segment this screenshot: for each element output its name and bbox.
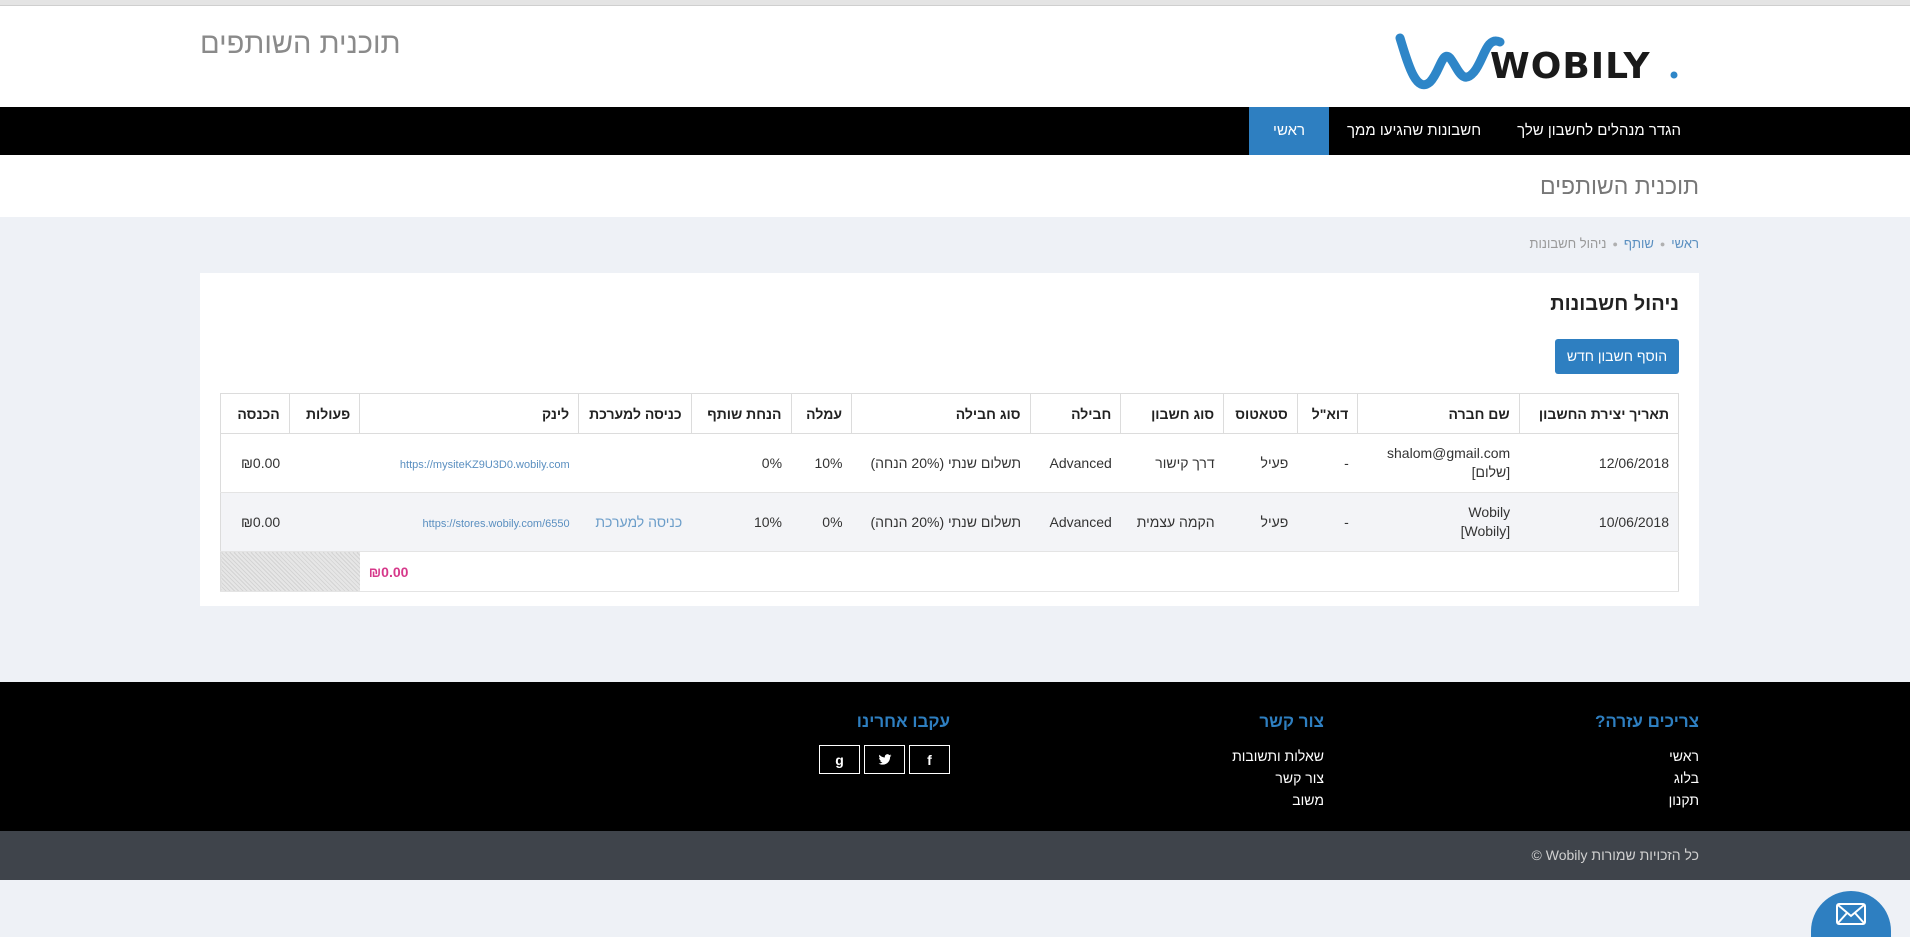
breadcrumb: ראשי ● שותף ● ניהול חשבונות — [1530, 236, 1699, 251]
footer-help-title: צריכים עזרה? — [1595, 712, 1699, 731]
panel-title: ניהול חשבונות — [1550, 293, 1679, 315]
cell-status: פעיל — [1223, 433, 1298, 493]
wobily-logo[interactable]: WOBILY — [1392, 28, 1688, 94]
cell-actions — [289, 492, 360, 552]
nav-item-set-managers[interactable]: הגדר מנהלים לחשבון שלך — [1499, 107, 1699, 155]
breadcrumb-home[interactable]: ראשי — [1671, 236, 1699, 251]
cell-package: Advanced — [1030, 433, 1121, 493]
footer-follow-title: עקבו אחרינו — [856, 712, 950, 731]
add-account-button[interactable]: הוסף חשבון חדש — [1555, 339, 1679, 374]
cell-actions — [289, 433, 360, 493]
footer-link-home[interactable]: ראשי — [1595, 745, 1699, 767]
cell-link: https://mysiteKZ9U3D0.wobily.com — [359, 433, 579, 493]
site-footer: צריכים עזרה? ראשי בלוג תקנון צור קשר שאל… — [0, 682, 1910, 831]
copyright-text: כל הזכויות שמורות Wobily © — [1531, 847, 1699, 863]
cell-package-type: תשלום שנתי (20% הנחה) — [851, 433, 1031, 493]
facebook-icon[interactable]: f — [909, 745, 950, 774]
col-package-type[interactable]: סוג חבילה — [851, 393, 1031, 434]
footer-follow: עקבו אחרינו g f — [819, 712, 950, 774]
social-buttons: g f — [819, 745, 950, 774]
cell-company: Wobily [Wobily] — [1357, 492, 1520, 552]
company-alias: [Wobily] — [1460, 523, 1511, 539]
col-income[interactable]: הכנסה — [220, 393, 290, 434]
company-name: shalom@gmail.com — [1387, 445, 1511, 461]
site-link[interactable]: https://mysiteKZ9U3D0.wobily.com — [400, 459, 570, 471]
footer-link-feedback[interactable]: משוב — [1232, 789, 1324, 811]
cell-company: shalom@gmail.com [שלום] — [1357, 433, 1520, 493]
cell-email: - — [1297, 492, 1358, 552]
twitter-icon[interactable] — [864, 745, 905, 774]
envelope-icon — [1836, 903, 1866, 925]
col-actions: פעולות — [288, 393, 361, 434]
total-spacer — [578, 551, 1679, 592]
col-created[interactable]: תאריך יצירת החשבון — [1518, 393, 1680, 434]
cell-account-type: דרך קישור — [1120, 433, 1224, 493]
cell-created: 10/06/2018 — [1519, 492, 1680, 552]
cell-status: פעיל — [1223, 492, 1298, 552]
accounts-table: תאריך יצירת החשבון שם חברה דוא"ל סטאטוס … — [219, 393, 1680, 592]
breadcrumb-separator: ● — [1659, 238, 1666, 249]
site-header: WOBILY תוכנית השותפים — [0, 6, 1910, 107]
footer-link-terms[interactable]: תקנון — [1595, 789, 1699, 811]
table-row: 12/06/2018 shalom@gmail.com [שלום] - פעי… — [220, 433, 1680, 493]
nav-item-referred-accounts[interactable]: חשבונות שהגיעו ממך — [1329, 107, 1499, 155]
col-status[interactable]: סטאטוס — [1223, 393, 1298, 434]
accounts-panel: ניהול חשבונות הוסף חשבון חדש תאריך יצירת… — [200, 273, 1699, 606]
cell-commission: 10% — [791, 433, 852, 493]
total-income: ₪0.00 — [368, 563, 409, 580]
cell-package-type: תשלום שנתי (20% הנחה) — [851, 492, 1031, 552]
total-empty-cell — [219, 551, 360, 592]
table-header-row: תאריך יצירת החשבון שם חברה דוא"ל סטאטוס … — [220, 393, 1680, 434]
cell-account-type: הקמה עצמית — [1120, 492, 1224, 552]
col-email[interactable]: דוא"ל — [1296, 393, 1359, 434]
page-title-bar: תוכנית השותפים — [0, 155, 1910, 217]
cell-discount: 0% — [691, 433, 792, 493]
svg-text:WOBILY: WOBILY — [1490, 46, 1651, 87]
cell-commission: 0% — [791, 492, 852, 552]
nav-item-home[interactable]: ראשי — [1249, 107, 1330, 155]
header-title: תוכנית השותפים — [200, 28, 401, 60]
copyright-bar: כל הזכויות שמורות Wobily © — [0, 831, 1910, 880]
company-alias: [שלום] — [1471, 464, 1511, 480]
footer-contact: צור קשר שאלות ותשובות צור קשר משוב — [1232, 712, 1324, 811]
login-link[interactable]: כניסה למערכת — [595, 514, 682, 530]
footer-link-blog[interactable]: בלוג — [1595, 767, 1699, 789]
cell-discount: 10% — [691, 492, 792, 552]
col-link[interactable]: לינק — [359, 393, 580, 434]
cell-income: ₪0.00 — [220, 492, 290, 552]
col-discount[interactable]: הנחת שותף — [690, 393, 792, 434]
cell-created: 12/06/2018 — [1519, 433, 1680, 493]
footer-link-contact[interactable]: צור קשר — [1232, 767, 1324, 789]
cell-login — [578, 433, 692, 493]
cell-link: https://stores.wobily.com/6550 — [359, 492, 579, 552]
col-account-type[interactable]: סוג חשבון — [1120, 393, 1225, 434]
footer-help: צריכים עזרה? ראשי בלוג תקנון — [1595, 712, 1699, 811]
cell-package: Advanced — [1030, 492, 1121, 552]
chat-button[interactable] — [1811, 891, 1891, 937]
google-icon[interactable]: g — [819, 745, 860, 774]
col-login[interactable]: כניסה למערכת — [578, 393, 692, 434]
footer-link-faq[interactable]: שאלות ותשובות — [1232, 745, 1324, 767]
table-row: 10/06/2018 Wobily [Wobily] - פעיל הקמה ע… — [220, 492, 1680, 552]
col-package[interactable]: חבילה — [1029, 393, 1122, 434]
main-nav: ראשי חשבונות שהגיעו ממך הגדר מנהלים לחשב… — [0, 107, 1910, 155]
breadcrumb-separator: ● — [1612, 238, 1618, 249]
site-link[interactable]: https://stores.wobily.com/6550 — [422, 518, 569, 530]
breadcrumb-partner[interactable]: שותף — [1624, 236, 1654, 251]
footer-contact-title: צור קשר — [1259, 712, 1324, 731]
col-company[interactable]: שם חברה — [1357, 393, 1520, 434]
cell-login: כניסה למערכת — [578, 492, 692, 552]
page-title: תוכנית השותפים — [1539, 173, 1699, 199]
company-name: Wobily — [1468, 504, 1511, 520]
table-total-row: ₪0.00 — [219, 551, 1679, 592]
col-commission[interactable]: עמלה — [790, 393, 853, 434]
cell-income: ₪0.00 — [220, 433, 290, 493]
cell-total-income: ₪0.00 — [359, 551, 579, 592]
breadcrumb-current: ניהול חשבונות — [1529, 236, 1607, 251]
cell-email: - — [1297, 433, 1358, 493]
